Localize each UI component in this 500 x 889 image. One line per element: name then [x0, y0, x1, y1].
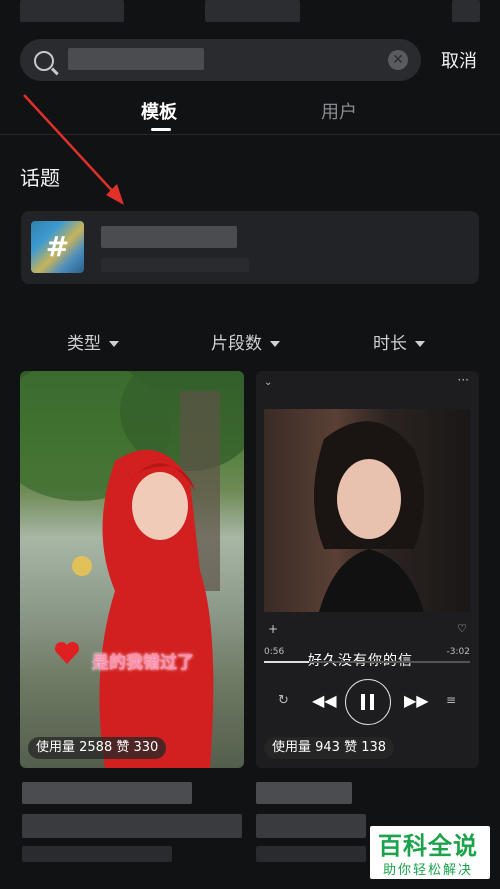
filter-type[interactable]: 类型 [67, 329, 119, 354]
tab-users[interactable]: 用户 [321, 98, 357, 124]
progress-fill [264, 661, 310, 663]
filter-segments-label: 片段数 [211, 334, 262, 354]
filter-duration[interactable]: 时长 [373, 329, 425, 354]
card-2-title-blurred [256, 782, 352, 804]
topic-card[interactable] [21, 211, 479, 284]
caret-down-icon [109, 341, 119, 347]
card-2-usage-badge: 使用量 943 赞 138 [264, 737, 395, 759]
watermark-title: 百科全说 [378, 832, 478, 860]
card-1-title-blurred [22, 782, 192, 804]
previous-icon: ◀◀ [312, 691, 337, 710]
caret-down-icon [270, 341, 280, 347]
card-1-usage-badge: 使用量 2588 赞 330 [28, 737, 167, 759]
card-2-lyric: 好久没有你的信 [308, 653, 413, 669]
more-icon: ··· [457, 373, 469, 387]
player-top-bar: ⌄ ··· [256, 371, 479, 407]
card-1-author-blurred [22, 846, 172, 862]
search-icon [34, 51, 54, 71]
tab-active-indicator [151, 128, 171, 131]
heart-icon [54, 641, 80, 664]
cancel-button[interactable]: 取消 [441, 47, 477, 73]
status-bar-blur-left [20, 0, 124, 22]
repeat-icon: ↻ [278, 693, 289, 708]
topic-title-blurred [101, 226, 237, 248]
tabs-divider [0, 134, 500, 135]
clear-icon[interactable]: ✕ [388, 50, 408, 70]
filter-segments[interactable]: 片段数 [211, 329, 280, 354]
status-bar-blur-center [205, 0, 300, 22]
playlist-icon: ≡ [446, 693, 457, 707]
template-card-1[interactable]: 是的我错过了 使用量 2588 赞 330 [20, 371, 244, 768]
watermark-subtitle: 助你轻松解决 [383, 863, 474, 878]
card-2-author-blurred [256, 846, 366, 862]
time-remaining: -3:02 [446, 647, 470, 657]
card-1-desc-blurred [22, 814, 242, 838]
search-query-blurred [68, 48, 204, 70]
caret-down-icon [415, 341, 425, 347]
progress-track [264, 661, 470, 663]
play-pause-icon [345, 679, 391, 725]
card-1-caption: 是的我错过了 [92, 653, 194, 673]
tab-templates[interactable]: 模板 [141, 98, 177, 124]
card-2-desc-blurred [256, 814, 366, 838]
template-card-2[interactable]: ⌄ ··· + ♡ 0:56 好久没有你的信 -3:02 ↻ ◀◀ ▶▶ ≡ 使… [256, 371, 479, 768]
filter-type-label: 类型 [67, 334, 101, 354]
add-icon: + [268, 622, 279, 636]
topic-thumbnail: # [31, 221, 84, 273]
card-1-artwork [20, 371, 244, 768]
next-icon: ▶▶ [404, 691, 429, 710]
status-bar-blur-right [452, 0, 480, 22]
filter-duration-label: 时长 [373, 334, 407, 354]
card-2-photo [264, 409, 470, 612]
card-2-artwork [314, 421, 424, 612]
topic-subtitle-blurred [101, 258, 249, 272]
section-title-topics: 话题 [20, 166, 60, 190]
like-icon: ♡ [457, 622, 467, 635]
collapse-chevron-icon: ⌄ [264, 377, 273, 388]
time-elapsed: 0:56 [264, 647, 285, 657]
